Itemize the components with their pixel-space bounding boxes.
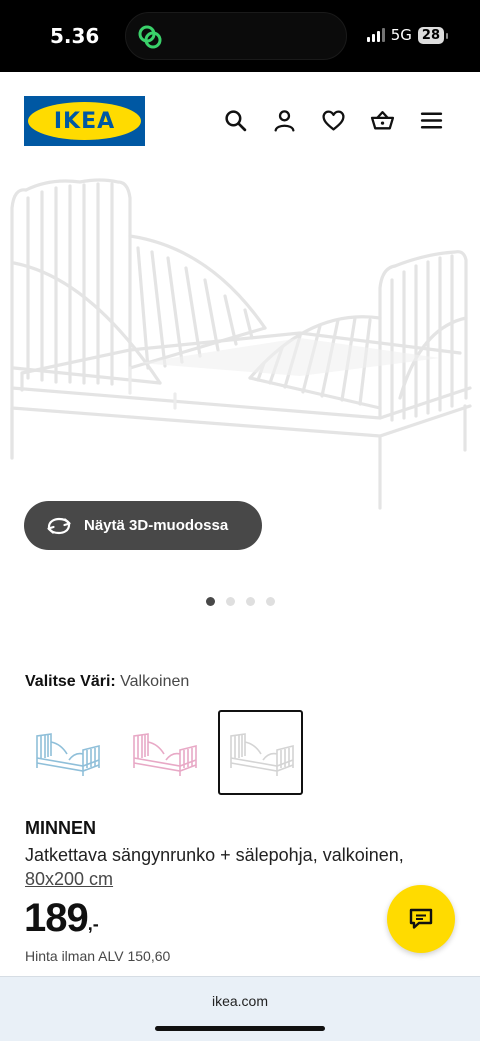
product-name: MINNEN	[25, 818, 96, 838]
swatch-white[interactable]	[218, 710, 303, 795]
status-bar: 5.36 5G 28	[0, 0, 480, 72]
color-label: Valitse Väri: Valkoinen	[25, 673, 189, 691]
price-excl-vat: Hinta ilman ALV 150,60	[25, 948, 171, 964]
price-suffix: ,-	[87, 914, 99, 934]
address-bar[interactable]: ikea.com	[0, 993, 480, 1009]
chat-icon	[409, 908, 433, 929]
swatch-pink[interactable]	[121, 710, 206, 795]
status-indicators: 5G 28	[366, 26, 449, 44]
basket-icon[interactable]	[370, 108, 395, 133]
product-price: 189 ,-	[24, 896, 99, 941]
bed-thumbnail-pink	[132, 732, 197, 776]
browser-bottom-bar: ikea.com	[0, 976, 480, 1041]
rotate-3d-icon	[47, 517, 71, 534]
product-description: Jatkettava sängynrunko + sälepohja, valk…	[25, 843, 465, 891]
dynamic-island	[125, 12, 347, 60]
search-icon[interactable]	[223, 108, 248, 133]
product-size-link[interactable]: 80x200 cm	[25, 869, 113, 889]
status-time: 5.36	[50, 24, 100, 48]
header-actions	[223, 108, 444, 133]
link-icon	[138, 25, 162, 49]
home-indicator[interactable]	[155, 1026, 325, 1031]
color-selected-value: Valkoinen	[120, 673, 190, 690]
color-swatches	[24, 710, 303, 795]
signal-icon	[366, 28, 385, 42]
price-value: 189	[24, 896, 89, 940]
heart-icon[interactable]	[321, 108, 346, 133]
carousel-dot[interactable]	[206, 597, 215, 606]
carousel-dot[interactable]	[266, 597, 275, 606]
bed-thumbnail-blue	[35, 732, 100, 776]
user-icon[interactable]	[272, 108, 297, 133]
chat-button[interactable]	[387, 885, 455, 953]
bed-thumbnail-white	[229, 732, 294, 776]
carousel-dots	[206, 597, 275, 606]
view-3d-label: Näytä 3D-muodossa	[84, 517, 229, 534]
carousel-dot[interactable]	[246, 597, 255, 606]
view-3d-button[interactable]: Näytä 3D-muodossa	[24, 501, 262, 550]
menu-icon[interactable]	[419, 108, 444, 133]
swatch-blue[interactable]	[24, 710, 109, 795]
battery-icon: 28	[417, 26, 449, 44]
site-header: IKEA	[0, 72, 480, 168]
color-label-title: Valitse Väri:	[25, 673, 116, 690]
network-label: 5G	[390, 26, 412, 44]
ikea-logo[interactable]: IKEA	[24, 96, 145, 146]
carousel-dot[interactable]	[226, 597, 235, 606]
logo-text: IKEA	[28, 102, 141, 140]
product-description-text: Jatkettava sängynrunko + sälepohja, valk…	[25, 845, 404, 865]
